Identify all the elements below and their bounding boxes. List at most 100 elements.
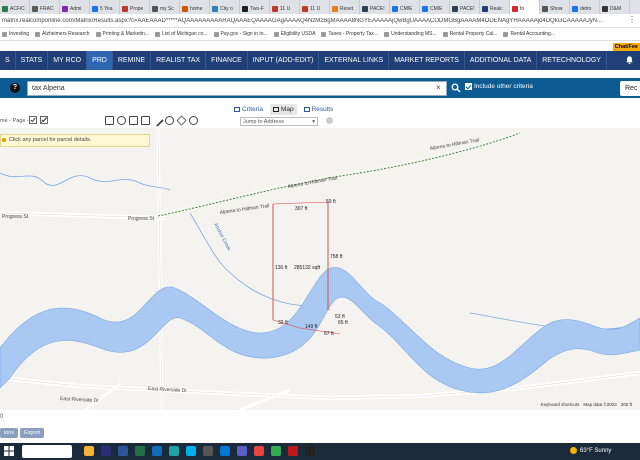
clear-icon[interactable]: × [436,83,441,92]
recent-button[interactable]: Rec [620,81,640,96]
tab-results[interactable]: Results [301,104,337,115]
nav-item-input-add-edit-[interactable]: INPUT (ADD-EDIT) [248,51,320,70]
crosshair-tool-icon[interactable] [117,116,126,125]
tab-criteria[interactable]: Criteria [231,104,266,115]
nav-item-prd[interactable]: PRD [87,51,113,70]
browser-tab[interactable]: Realc [480,0,510,14]
browser-tab[interactable]: CM/E [420,0,450,14]
bookmark-item[interactable]: Alzheimers Research [35,31,90,37]
nav-item-s[interactable]: S [0,51,16,70]
chrome-2-icon[interactable] [271,446,281,456]
browser-tab[interactable]: Admi [60,0,90,14]
browser-menu-icon[interactable]: ⋮ [628,15,636,24]
select-polygon-icon[interactable] [141,116,150,125]
result-action-button[interactable]: ions [0,428,19,438]
parcel-line-north[interactable] [272,201,329,205]
browser-tab[interactable]: PACE! [360,0,390,14]
windows-start-icon[interactable] [4,446,14,456]
file-explorer-icon[interactable] [84,446,94,456]
url-bar[interactable]: matrix.realcomponline.com/Matrix/Results… [0,14,640,28]
map-canvas[interactable]: Progress St Progress St Alpena to Hillma… [0,128,640,410]
bookmark-item[interactable]: Pay.gov - Sign in to... [213,31,268,37]
nav-item-market-reports[interactable]: MARKET REPORTS [389,51,465,70]
radius-tool-icon[interactable] [165,116,174,125]
skype-icon[interactable] [186,446,196,456]
word-icon[interactable] [118,446,128,456]
store-icon[interactable] [203,446,213,456]
nav-item-external-links[interactable]: EXTERNAL LINKS [319,51,390,70]
browser-tab[interactable]: detro [570,0,600,14]
tab-label: PACE! [460,5,475,12]
map-footer: Keyboard shortcuts Map data ©2023 200 ft [541,402,632,407]
bookmark-item[interactable]: Understanding MS... [384,31,437,37]
outlook-icon[interactable] [152,446,162,456]
mcafee-icon[interactable] [288,446,298,456]
url-text[interactable]: matrix.realcomponline.com/Matrix/Results… [2,18,602,24]
chrome-icon[interactable] [254,446,264,456]
bookmark-item[interactable]: List of Michigan co... [154,31,208,37]
tab-label: Realc [490,5,503,12]
bookmark-item[interactable]: Printing & Marketin... [95,31,149,37]
layers-icon[interactable] [176,115,187,126]
bookmark-item[interactable]: Rental Property Cal... [442,31,497,37]
browser-tab[interactable]: Two-F [240,0,270,14]
jump-to-address-select[interactable]: Jump to Address ▾ [240,117,318,126]
ps-app-icon[interactable] [101,446,111,456]
anchor-creek-line [189,212,291,305]
teams-icon[interactable] [237,446,247,456]
browser-tab[interactable]: fo [510,0,540,14]
browser-tab[interactable]: my Sc [150,0,180,14]
browser-tab[interactable]: Prope [120,0,150,14]
include-other-criteria-checkbox[interactable]: Include other criteria [465,83,533,90]
tab-map[interactable]: Map [269,104,297,115]
nav-item-additional-data[interactable]: ADDITIONAL DATA [465,51,538,70]
browser-tab[interactable]: home [180,0,210,14]
draw-pencil-icon[interactable] [151,114,164,127]
bookmark-item[interactable]: Taxes - Property Tax... [321,31,378,37]
bookmark-item[interactable]: Investing [2,31,29,37]
weather-widget[interactable]: 63°F Sunny [570,447,611,454]
taskbar-search[interactable] [22,445,72,458]
browser-tab[interactable]: D&M [600,0,630,14]
bookmark-item[interactable]: Rental Accounting... [503,31,555,37]
search-input[interactable]: tax Alpena [27,81,447,96]
browser-tab[interactable]: PACE! [450,0,480,14]
map-svg[interactable]: Progress St Progress St Alpena to Hillma… [0,128,640,410]
bell-icon[interactable] [625,55,634,65]
app-dark-icon[interactable] [305,446,315,456]
nav-item-retechnology[interactable]: RETECHNOLOGY [537,51,607,70]
bookmark-item[interactable]: Eligibility USDA [273,31,315,37]
browser-tab[interactable]: CM/E [390,0,420,14]
nav-item-stats[interactable]: STATS [16,51,49,70]
nav-item-my-rco[interactable]: MY RCO [48,51,88,70]
browser-tab[interactable]: 11 U [270,0,300,14]
browser-tab[interactable]: ACFiC [0,0,30,14]
nav-item-remine[interactable]: REMINE [113,51,152,70]
measure-right: 758 ft [330,254,343,260]
select-rectangle-icon[interactable] [129,116,138,125]
pan-tool-icon[interactable] [105,116,114,125]
excel-icon[interactable] [135,446,145,456]
checkmark-icon[interactable] [29,116,37,124]
edge-icon[interactable] [169,446,179,456]
checkbox-checked-icon[interactable] [465,83,472,90]
tab-label: Show [550,5,563,12]
nav-item-finance[interactable]: FINANCE [206,51,248,70]
search-icon[interactable] [451,83,461,93]
browser-tab[interactable]: 11 U [300,0,330,14]
browser-tab[interactable]: Show [540,0,570,14]
nav-item-realist-tax[interactable]: REALIST TAX [151,51,207,70]
checkmark-slash-icon[interactable] [40,116,48,124]
result-action-button[interactable]: Export [20,428,44,438]
weather-text: 63°F Sunny [580,447,612,454]
browser-tab[interactable]: Reset [330,0,360,14]
browser-tab[interactable]: FRAC [30,0,60,14]
browser-tab[interactable]: 5 Yea [90,0,120,14]
browser-tab[interactable]: City o [210,0,240,14]
keyboard-shortcuts-link[interactable]: Keyboard shortcuts [541,402,580,407]
help-icon[interactable]: ? [10,83,20,93]
tab-label: detro [580,5,592,12]
chat-feedback-badge[interactable]: Chat/Fee [612,43,640,51]
mail-icon[interactable] [220,446,230,456]
locate-icon[interactable] [189,116,198,125]
